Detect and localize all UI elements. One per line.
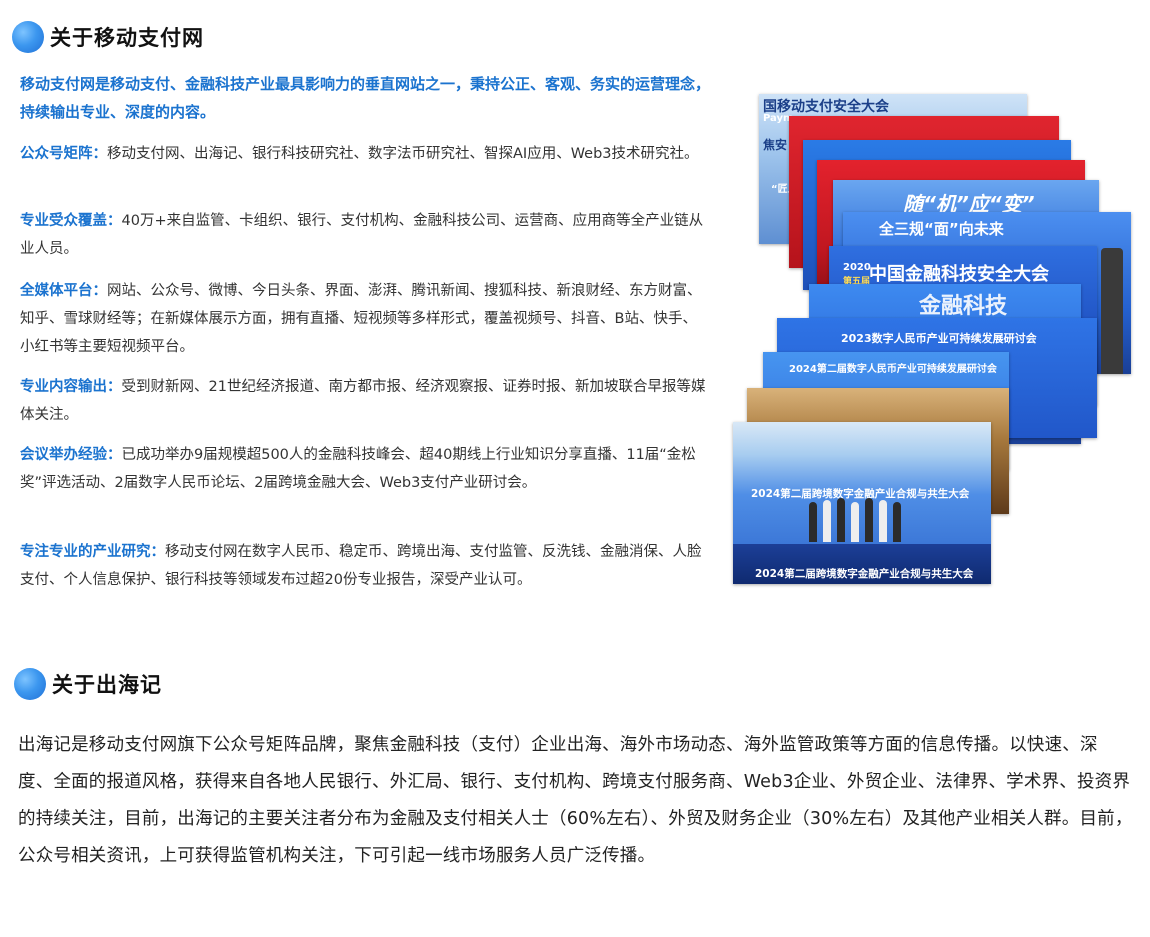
- feature-text: 受到财新网、21世纪经济报道、南方都市报、经济观察报、证券时报、新加坡联合早报等…: [20, 379, 706, 423]
- feature-text: 网站、公众号、微博、今日头条、界面、澎湃、腾讯新闻、搜狐科技、新浪财经、东方财富…: [20, 283, 702, 355]
- intro-paragraph: 移动支付网是移动支付、金融科技产业最具影响力的垂直网站之一，秉持公正、客观、务实…: [20, 75, 711, 121]
- feature-label: 专业内容输出：: [20, 379, 122, 395]
- feature-item-public-accounts: 公众号矩阵：移动支付网、出海记、银行科技研究社、数字法币研究社、智探AI应用、W…: [20, 140, 710, 168]
- feature-item-content-output: 专业内容输出：受到财新网、21世纪经济报道、南方都市报、经济观察报、证券时报、新…: [20, 373, 710, 429]
- feature-text: 移动支付网、出海记、银行科技研究社、数字法币研究社、智探AI应用、Web3技术研…: [107, 146, 699, 162]
- feature-text: 已成功举办9届规模超500人的金融科技峰会、超40期线上行业知识分享直播、11届…: [20, 447, 696, 491]
- section-title-text: 关于移动支付网: [50, 26, 204, 50]
- section-title-text: 关于出海记: [52, 673, 162, 697]
- feature-item-industry-research: 专注专业的产业研究：移动支付网在数字人民币、稳定币、跨境出海、支付监管、反洗钱、…: [20, 538, 710, 594]
- conference-photo-collage: 国移动支付安全大会 Paym 焦安 “匠人 随“机”应“变” 全三规“面”向未来…: [733, 94, 1133, 586]
- feature-item-audience: 专业受众覆盖：40万+来自监管、卡组织、银行、支付机构、金融科技公司、运营商、应…: [20, 207, 710, 263]
- feature-label: 专业受众覆盖：: [20, 213, 122, 229]
- conference-photo-12: 2024第二届跨境数字金融产业合规与共生大会 2024第二届跨境数字金融产业合规…: [733, 422, 991, 584]
- feature-label: 公众号矩阵：: [20, 146, 107, 162]
- feature-label: 全媒体平台：: [20, 283, 107, 299]
- feature-item-media-platform: 全媒体平台：网站、公众号、微博、今日头条、界面、澎湃、腾讯新闻、搜狐科技、新浪财…: [20, 277, 710, 361]
- blue-dot-icon: [12, 21, 44, 53]
- chuhaiji-description: 出海记是移动支付网旗下公众号矩阵品牌，聚焦金融科技（支付）企业出海、海外市场动态…: [18, 735, 1133, 866]
- feature-text: 40万+来自监管、卡组织、银行、支付机构、金融科技公司、运营商、应用商等全产业链…: [20, 213, 704, 257]
- section-title-about-mobile-payment: 关于移动支付网: [12, 21, 204, 53]
- feature-label: 会议举办经验：: [20, 447, 122, 463]
- feature-item-conference-experience: 会议举办经验：已成功举办9届规模超500人的金融科技峰会、超40期线上行业知识分…: [20, 441, 710, 497]
- blue-dot-icon: [14, 668, 46, 700]
- section-title-about-chuhaiji: 关于出海记: [14, 668, 162, 700]
- feature-label: 专注专业的产业研究：: [20, 544, 165, 560]
